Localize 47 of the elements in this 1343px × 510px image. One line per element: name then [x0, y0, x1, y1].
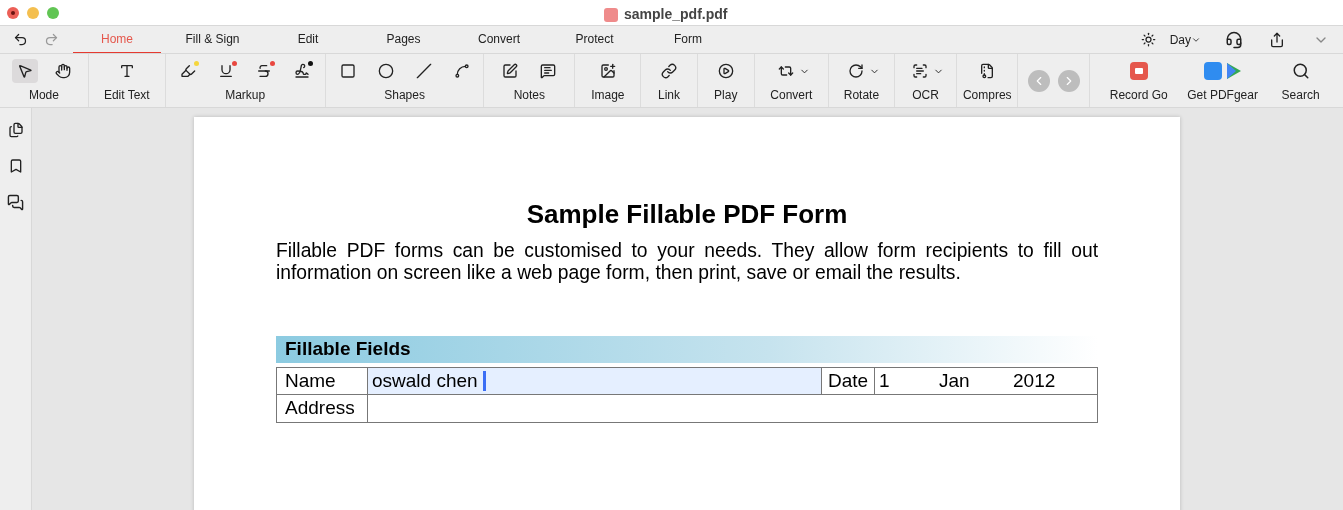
toolbar-action[interactable]: Search — [1258, 54, 1343, 107]
tab[interactable]: Convert — [455, 25, 543, 54]
tool-group-label: Edit Text — [103, 87, 150, 104]
close-button[interactable] — [7, 6, 19, 19]
highlighter-icon[interactable] — [180, 63, 197, 79]
tool-group-label: OCR — [912, 87, 939, 104]
tool-group-label: Convert — [770, 87, 813, 104]
share-icon[interactable] — [1269, 31, 1285, 48]
toolbar-action[interactable]: Record Go — [1090, 54, 1188, 107]
pdf-file-icon — [604, 7, 618, 22]
search-icon — [1291, 62, 1310, 80]
tool-group-label: Image — [591, 87, 625, 104]
app-store-icon — [1203, 62, 1222, 80]
record-icon — [1129, 62, 1148, 80]
text-cursor — [482, 371, 486, 391]
comments-icon[interactable] — [7, 194, 24, 211]
day-mode-dropdown[interactable]: Day — [1169, 30, 1201, 49]
date-field[interactable]: 1 Jan 2012 — [875, 368, 1097, 394]
name-field[interactable]: oswald chen — [368, 368, 822, 394]
play-store-icon — [1225, 62, 1242, 80]
pages-icon[interactable] — [7, 122, 24, 138]
tab[interactable]: Fill & Sign — [161, 25, 264, 54]
field-label: Address — [277, 395, 368, 422]
tool-group-label: Rotate — [843, 87, 880, 104]
toolbar-action[interactable]: Get PDFgear — [1187, 54, 1259, 107]
tool-group-label: Mode — [28, 87, 59, 104]
pointer-icon[interactable] — [11, 59, 38, 83]
document-title: Sample Fillable PDF Form — [525, 198, 849, 231]
window-title: sample_pdf.pdf — [624, 5, 728, 24]
tool-group-label: Notes — [513, 87, 546, 104]
headset-icon[interactable] — [1225, 30, 1243, 49]
tool-group-label: Markup — [225, 87, 266, 104]
tab[interactable]: Protect — [543, 25, 646, 54]
sun-icon[interactable] — [1140, 32, 1156, 47]
signature-icon[interactable] — [294, 63, 311, 79]
tab[interactable]: Form — [646, 25, 730, 54]
tool-group-label: Shapes — [384, 87, 425, 104]
strikethrough-icon[interactable] — [256, 63, 273, 79]
tool-group-label: Compres — [962, 87, 1012, 104]
tool-group-label: Play — [714, 87, 738, 104]
tab[interactable]: Edit — [264, 25, 352, 54]
intro-paragraph: Fillable PDF forms can be customised to your needs. They allow form recipients to fill out information on screen like a web page form, then print, save or email the results. — [276, 240, 1098, 284]
undo-icon[interactable] — [13, 32, 28, 47]
underline-icon[interactable] — [218, 63, 235, 79]
tool-group-label: Link — [658, 87, 680, 104]
tab[interactable]: Pages — [352, 25, 455, 54]
field-label: Date — [822, 368, 875, 394]
